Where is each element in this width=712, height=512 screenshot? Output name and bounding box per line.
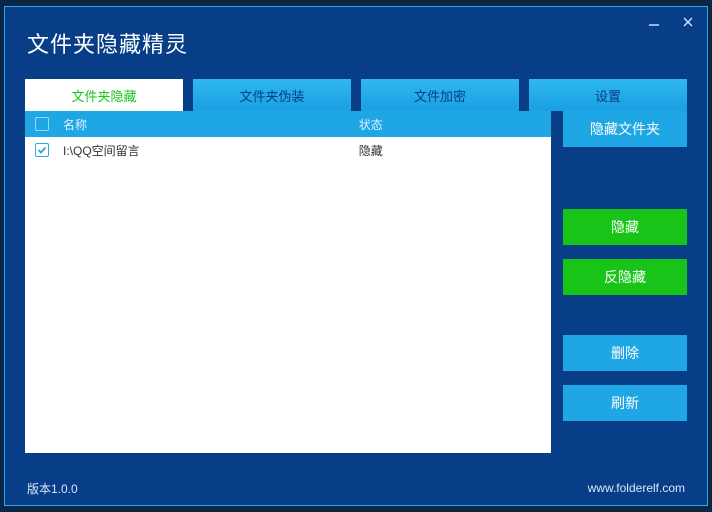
close-icon: [681, 15, 695, 29]
check-icon: [37, 145, 47, 155]
tab-file-encrypt[interactable]: 文件加密: [361, 79, 519, 111]
footer: 版本1.0.0 www.folderelf.com: [5, 471, 707, 505]
version-label: 版本1.0.0: [27, 480, 78, 497]
spacer: [563, 147, 687, 209]
row-name: I:\QQ空间留言: [59, 142, 359, 159]
hide-button[interactable]: 隐藏: [563, 209, 687, 245]
row-status: 隐藏: [359, 142, 551, 159]
spacer: [563, 371, 687, 385]
app-title: 文件夹隐藏精灵: [27, 27, 188, 59]
list-header: 名称 状态: [25, 111, 551, 137]
row-check-cell: [25, 143, 59, 157]
tab-folder-hide[interactable]: 文件夹隐藏: [25, 79, 183, 111]
hide-folder-button[interactable]: 隐藏文件夹: [563, 111, 687, 147]
website-link[interactable]: www.folderelf.com: [588, 481, 685, 495]
minimize-icon: [647, 15, 661, 29]
select-all-checkbox[interactable]: [35, 117, 49, 131]
delete-button[interactable]: 删除: [563, 335, 687, 371]
table-row[interactable]: I:\QQ空间留言 隐藏: [25, 137, 551, 163]
tab-folder-disguise[interactable]: 文件夹伪装: [193, 79, 351, 111]
refresh-button[interactable]: 刷新: [563, 385, 687, 421]
row-checkbox[interactable]: [35, 143, 49, 157]
close-button[interactable]: [675, 11, 701, 33]
window-controls: [641, 11, 701, 33]
header-name: 名称: [59, 116, 359, 133]
side-button-panel: 隐藏文件夹 隐藏 反隐藏 删除 刷新: [563, 111, 687, 453]
header-status: 状态: [359, 116, 551, 133]
content-area: 名称 状态 I:\QQ空间留言 隐藏 隐藏文件夹 隐藏 反隐藏 删除: [5, 111, 707, 471]
header-check-cell: [25, 117, 59, 131]
tab-settings[interactable]: 设置: [529, 79, 687, 111]
unhide-button[interactable]: 反隐藏: [563, 259, 687, 295]
minimize-button[interactable]: [641, 11, 667, 33]
app-window: 文件夹隐藏精灵 文件夹隐藏 文件夹伪装 文件加密 设置 名称 状态: [4, 6, 708, 506]
spacer: [563, 245, 687, 259]
list-panel: 名称 状态 I:\QQ空间留言 隐藏: [25, 111, 551, 453]
titlebar: 文件夹隐藏精灵: [5, 7, 707, 79]
spacer: [563, 295, 687, 335]
tab-bar: 文件夹隐藏 文件夹伪装 文件加密 设置: [5, 79, 707, 111]
